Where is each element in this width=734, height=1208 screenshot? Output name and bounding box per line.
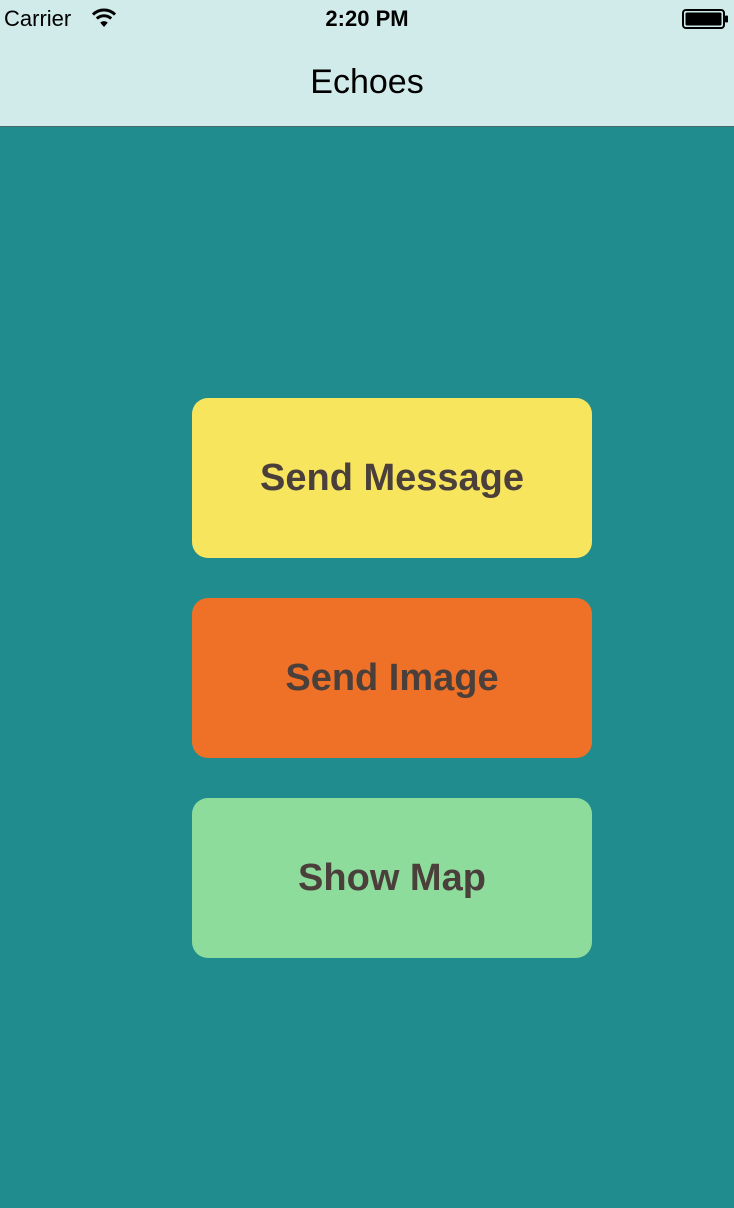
send-message-label: Send Message xyxy=(260,456,524,499)
main-content: Send Message Send Image Show Map xyxy=(0,127,734,1208)
show-map-label: Show Map xyxy=(298,856,486,899)
show-map-button[interactable]: Show Map xyxy=(192,798,592,958)
battery-full-icon xyxy=(682,8,730,30)
send-image-button[interactable]: Send Image xyxy=(192,598,592,758)
page-title: Echoes xyxy=(310,63,424,101)
status-bar: Carrier 2:20 PM xyxy=(0,0,734,40)
send-message-button[interactable]: Send Message xyxy=(192,398,592,558)
status-time: 2:20 PM xyxy=(325,6,409,31)
send-image-label: Send Image xyxy=(285,656,499,699)
navigation-bar: Echoes xyxy=(0,40,734,127)
